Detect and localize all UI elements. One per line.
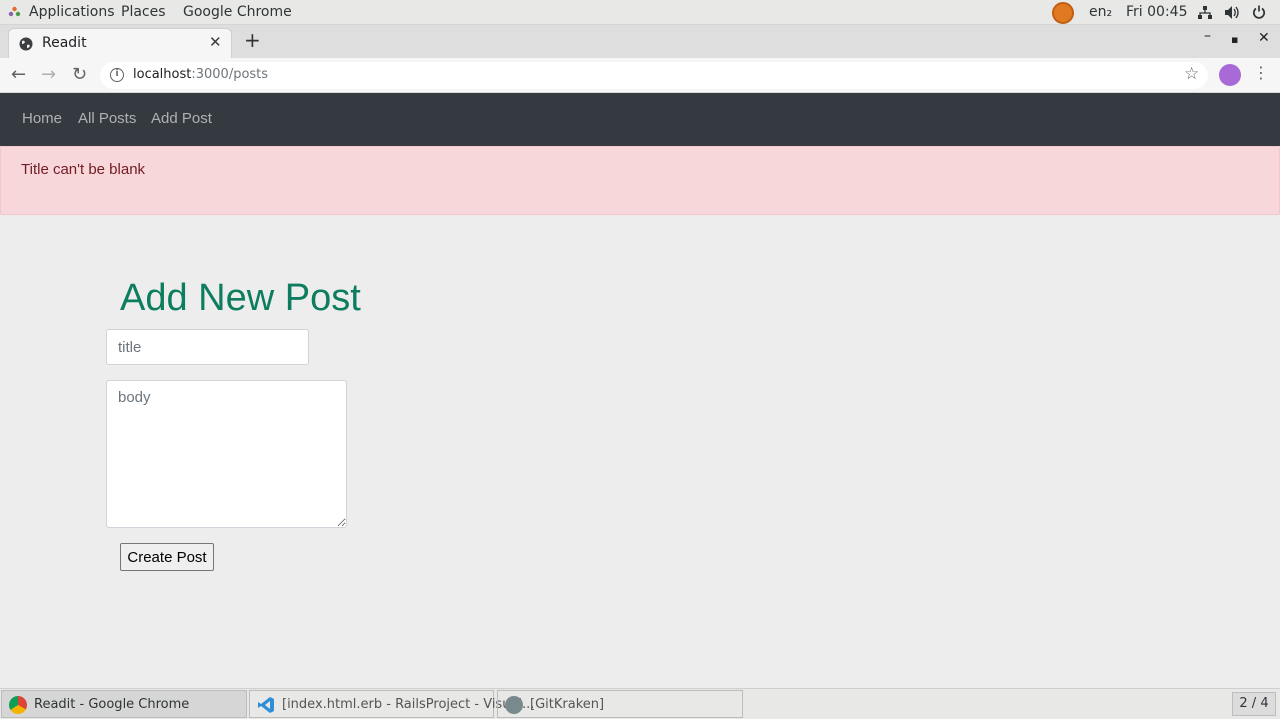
globe-icon (19, 37, 33, 51)
volume-icon[interactable] (1224, 5, 1240, 20)
tab-close-icon[interactable]: ✕ (209, 33, 222, 51)
url-path: :3000/posts (191, 67, 269, 82)
bookmark-star-icon[interactable]: ☆ (1184, 64, 1199, 84)
chrome-icon (9, 696, 27, 714)
tab-title: Readit (42, 35, 87, 51)
site-info-icon[interactable]: i (110, 68, 124, 82)
taskbar-item-gitkraken[interactable]: [GitKraken] (497, 690, 743, 718)
reload-icon[interactable]: ↻ (72, 64, 87, 85)
gitkraken-icon (505, 696, 523, 714)
vscode-icon (258, 697, 274, 713)
taskbar-item-label: [GitKraken] (530, 697, 605, 712)
nav-home[interactable]: Home (22, 110, 62, 127)
url-text[interactable]: localhost:3000/posts (133, 67, 268, 82)
taskbar-item-label: Readit - Google Chrome (34, 697, 190, 712)
new-tab-icon[interactable]: + (244, 28, 261, 52)
back-icon[interactable]: ← (11, 64, 26, 85)
applications-icon (8, 6, 21, 17)
create-post-button[interactable]: Create Post (120, 543, 214, 571)
maximize-icon[interactable]: ▪ (1231, 33, 1238, 46)
clock[interactable]: Fri 00:45 (1126, 4, 1187, 20)
profile-avatar-icon[interactable] (1219, 64, 1241, 86)
chrome-menu-icon[interactable]: ⋮ (1253, 63, 1269, 82)
taskbar-item-vscode[interactable]: [index.html.erb - RailsProject - Visual.… (249, 690, 534, 718)
network-icon[interactable] (1198, 6, 1212, 20)
page-title: Add New Post (120, 277, 361, 319)
places-menu[interactable]: Places (121, 4, 166, 20)
forward-icon[interactable]: → (41, 64, 56, 85)
browser-tab-strip: Readit ✕ + – ▪ ✕ (0, 25, 1280, 58)
tab-readit[interactable]: Readit ✕ (8, 28, 232, 58)
error-alert: Title can't be blank (0, 146, 1280, 215)
url-host: localhost (133, 67, 192, 82)
body-textarea[interactable] (106, 380, 347, 528)
title-input[interactable] (106, 329, 309, 365)
error-message: Title can't be blank (21, 161, 146, 178)
window-list-taskbar: Readit - Google Chrome [index.html.erb -… (0, 688, 1280, 719)
nav-all-posts[interactable]: All Posts (78, 110, 136, 127)
app-navbar: Home All Posts Add Post (0, 93, 1280, 146)
address-bar[interactable]: i localhost:3000/posts ☆ (100, 62, 1208, 89)
user-avatar-icon[interactable] (1052, 2, 1074, 24)
gnome-top-bar: Applications Places Google Chrome en₂ Fr… (0, 0, 1280, 25)
minimize-icon[interactable]: – (1204, 28, 1211, 44)
window-close-icon[interactable]: ✕ (1258, 30, 1270, 46)
nav-add-post[interactable]: Add Post (151, 110, 212, 127)
browser-toolbar: ← → ↻ i localhost:3000/posts ☆ ⋮ (0, 58, 1280, 93)
applications-menu[interactable]: Applications (29, 4, 115, 20)
chrome-app-menu[interactable]: Google Chrome (183, 4, 292, 20)
taskbar-item-chrome[interactable]: Readit - Google Chrome (1, 690, 247, 718)
keyboard-layout-indicator[interactable]: en₂ (1089, 4, 1112, 20)
workspace-indicator[interactable]: 2 / 4 (1232, 692, 1276, 716)
power-icon[interactable] (1252, 5, 1266, 19)
